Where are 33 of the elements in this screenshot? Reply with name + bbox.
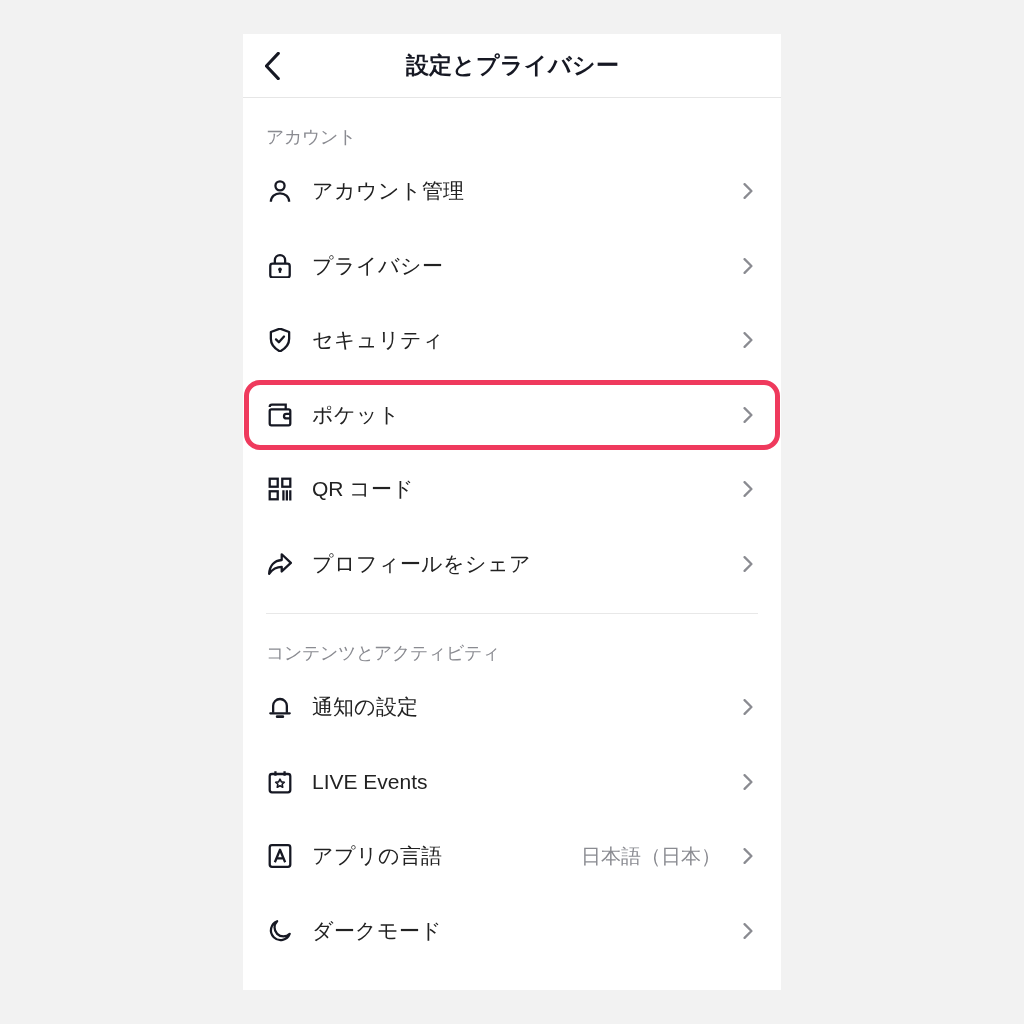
settings-item[interactable]: QR コード bbox=[312, 475, 415, 504]
chevron-icon bbox=[743, 773, 753, 790]
chevron-icon bbox=[743, 922, 753, 939]
settings-item[interactable]: プロフィールをシェア bbox=[312, 549, 531, 578]
chevron-icon bbox=[743, 183, 753, 200]
moon-icon bbox=[268, 918, 292, 943]
chevron-icon bbox=[743, 406, 753, 423]
chevron-icon bbox=[743, 257, 753, 274]
settings-item[interactable]: 通知の設定 bbox=[312, 693, 418, 722]
chevron-icon bbox=[743, 699, 753, 716]
chevron-icon bbox=[743, 332, 753, 349]
letter-a-icon bbox=[268, 844, 292, 869]
settings-item[interactable]: ポケット bbox=[312, 400, 400, 429]
bell-icon bbox=[268, 695, 292, 720]
chevron-icon bbox=[743, 555, 753, 572]
shield-check-icon bbox=[268, 328, 292, 353]
lock-icon bbox=[268, 253, 292, 278]
settings-item[interactable]: セキュリティ bbox=[312, 326, 444, 355]
chevron-icon bbox=[743, 848, 753, 865]
setting-value: 日本語（日本） bbox=[581, 843, 721, 869]
settings-item[interactable]: LIVE Events bbox=[312, 769, 428, 794]
page-title: 設定とプライバシー bbox=[405, 51, 619, 80]
settings-item[interactable]: プライバシー bbox=[312, 251, 443, 280]
qr-code-icon bbox=[268, 477, 292, 502]
settings-item[interactable]: アカウント管理 bbox=[312, 177, 464, 206]
settings-item[interactable]: アプリの言語 bbox=[312, 842, 442, 871]
wallet-icon bbox=[268, 402, 292, 427]
section-heading: アカウント bbox=[266, 127, 356, 147]
section-heading: コンテンツとアクティビティ bbox=[266, 643, 500, 663]
chevron-icon bbox=[743, 481, 753, 498]
person-icon bbox=[268, 179, 292, 204]
share-arrow-icon bbox=[268, 551, 292, 576]
settings-item[interactable]: ダークモード bbox=[312, 916, 442, 945]
